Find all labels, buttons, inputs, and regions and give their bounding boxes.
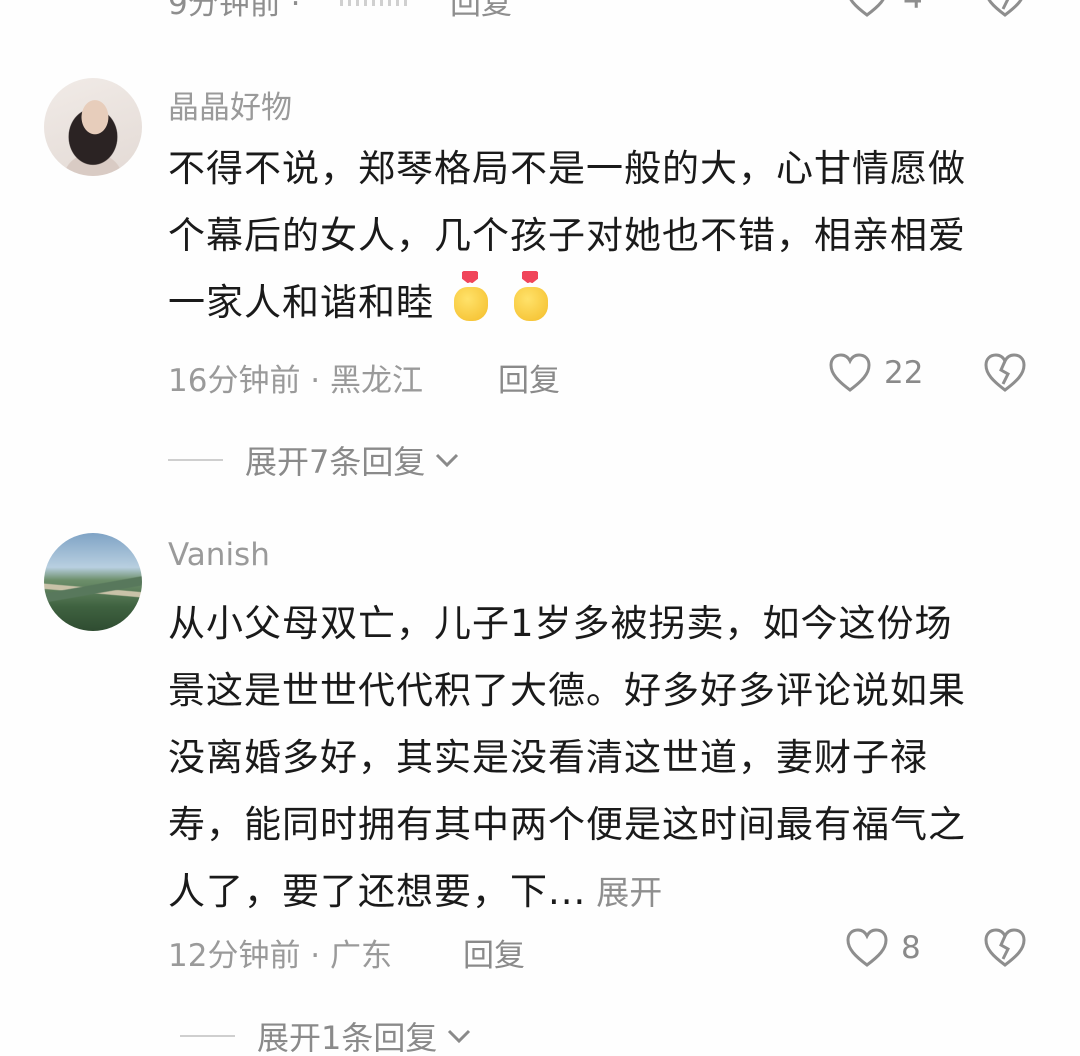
comment-text: 不得不说，郑琴格局不是一般的大，心甘情愿做 个幕后的女人，几个孩子对她也不错，相…	[168, 135, 1048, 336]
expand-replies-button[interactable]: 展开1条回复	[180, 1013, 473, 1056]
expand-text-button[interactable]: 展开	[596, 873, 662, 912]
divider	[180, 1035, 235, 1037]
comment-line: 寿，能同时拥有其中两个便是这时间最有福气之	[168, 803, 966, 846]
reply-button[interactable]: 回复	[498, 355, 560, 400]
heart-outline-icon	[846, 928, 888, 967]
comment-line: 从小父母双亡，儿子1岁多被拐卖，如今这份场	[168, 602, 953, 645]
comment-username[interactable]: Vanish	[168, 537, 270, 573]
divider	[168, 459, 223, 461]
comment-line-with-expand: 人了，要了还想要，下... 展开	[168, 858, 1048, 925]
chevron-down-icon	[448, 1029, 471, 1044]
comment-text: 从小父母双亡，儿子1岁多被拐卖，如今这份场 景这是世世代代积了大德。好多好多评论…	[168, 590, 1048, 925]
comment-meta: 16分钟前 · 黑龙江 回复 22	[168, 353, 1048, 401]
comment-line: 没离婚多好，其实是没看清这世道，妻财子禄	[168, 736, 928, 779]
broken-heart-icon	[987, 0, 1023, 17]
heart-outline-icon	[829, 353, 871, 392]
comment-username[interactable]: 晶晶好物	[168, 82, 292, 127]
comment-line: 一家人和谐和睦	[168, 281, 434, 324]
previous-comment-like-button[interactable]: 4	[845, 0, 923, 18]
like-count: 8	[901, 930, 921, 966]
broken-heart-icon	[984, 353, 1026, 392]
comment-list: 9分钟前 · 回复 4 晶晶好物 不得不说，郑琴格局不是一般的大，心甘情愿做 个…	[0, 0, 1080, 1056]
like-button[interactable]: 22	[828, 353, 923, 393]
comment-line: 景这是世世代代积了大德。好多好多评论说如果	[168, 669, 966, 712]
heart-outline-icon	[849, 0, 885, 17]
comment-line: 个幕后的女人，几个孩子对她也不错，相亲相爱	[168, 214, 966, 257]
comment-line-with-emoji: 一家人和谐和睦	[168, 269, 1048, 336]
dislike-button[interactable]	[983, 353, 1027, 401]
dislike-button[interactable]	[983, 928, 1027, 976]
comment-meta: 12分钟前 · 广东 回复 8	[168, 928, 1048, 976]
like-count: 22	[884, 355, 924, 391]
comment-line: 人了，要了还想要，下...	[168, 870, 587, 913]
comment-time-location: 12分钟前 · 广东	[168, 938, 393, 974]
previous-comment-like-count: 4	[903, 0, 923, 16]
expand-replies-label: 展开1条回复	[257, 1019, 438, 1056]
reply-button[interactable]: 回复	[463, 930, 525, 975]
previous-comment-location-blurred	[340, 0, 410, 6]
previous-comment-reply-button[interactable]: 回复	[450, 0, 512, 23]
avatar[interactable]	[44, 533, 142, 631]
previous-comment-dislike-button[interactable]	[983, 0, 1027, 26]
like-button[interactable]: 8	[845, 928, 921, 968]
expand-replies-button[interactable]: 展开7条回复	[168, 437, 461, 483]
broken-heart-icon	[984, 928, 1026, 967]
chevron-down-icon	[436, 453, 459, 468]
finger-heart-emoji	[448, 273, 494, 321]
comment-line: 不得不说，郑琴格局不是一般的大，心甘情愿做	[168, 147, 966, 190]
finger-heart-emoji	[508, 273, 554, 321]
expand-replies-label: 展开7条回复	[245, 443, 426, 481]
avatar[interactable]	[44, 78, 142, 176]
comment-time-location: 16分钟前 · 黑龙江	[168, 363, 424, 399]
previous-comment-meta: 9分钟前 · 回复 4	[0, 0, 1080, 28]
previous-comment-time: 9分钟前 ·	[168, 0, 301, 22]
